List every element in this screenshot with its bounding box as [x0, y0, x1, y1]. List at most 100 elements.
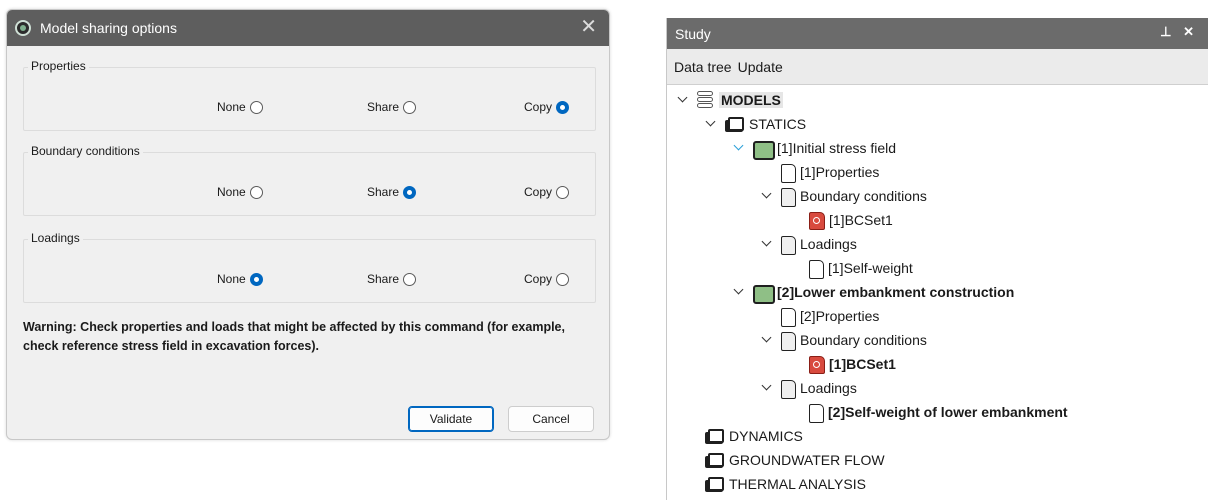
tree-node-groundwater-flow[interactable]: GROUNDWATER FLOW [705, 448, 885, 472]
panel-title: Study [675, 25, 711, 42]
tree-node-label: Loadings [800, 236, 857, 252]
chevron-down-icon[interactable] [677, 94, 689, 106]
folder-icon [705, 476, 724, 492]
tree-node-label: [1]BCSet1 [829, 356, 896, 372]
boundary-conditions-legend: Boundary conditions [28, 144, 143, 158]
tree-node-properties[interactable]: [2]Properties [781, 304, 879, 328]
app-logo-icon [15, 20, 31, 36]
properties-none-radio[interactable] [249, 100, 263, 114]
loadings-share-radio[interactable] [403, 272, 417, 286]
tree-node-boundary-conditions[interactable]: Boundary conditions [761, 184, 927, 208]
option-label: Copy [524, 272, 553, 286]
document-icon [781, 187, 796, 207]
loadings-group: Loadings None Share Copy [23, 231, 596, 303]
option-label: None [217, 100, 246, 114]
tree-node-label: [1]Initial stress field [777, 140, 897, 156]
menu-update[interactable]: Update [738, 59, 783, 75]
tree-node-label: MODELS [719, 92, 783, 108]
properties-group: Properties None Share Copy [23, 59, 596, 131]
tree-node-loadings[interactable]: Loadings [761, 376, 857, 400]
tree-node-label: DYNAMICS [729, 428, 803, 444]
properties-copy-radio[interactable] [556, 100, 570, 114]
tree-node-self-weight[interactable]: [1]Self-weight [809, 256, 913, 280]
tree-node-self-weight-lower[interactable]: [2]Self-weight of lower embankment [809, 400, 1068, 424]
tree-node-dynamics[interactable]: DYNAMICS [705, 424, 803, 448]
chevron-down-icon[interactable] [733, 286, 745, 298]
properties-share-radio[interactable] [403, 100, 417, 114]
option-label: None [217, 185, 246, 199]
chevron-down-icon[interactable] [761, 382, 773, 394]
document-icon [809, 403, 824, 423]
tree-node-label: [1]Properties [800, 164, 880, 180]
database-icon [697, 91, 713, 109]
model-sharing-dialog: Model sharing options ✕ Properties None … [6, 9, 610, 440]
chevron-down-icon[interactable] [761, 190, 773, 202]
tree-node-label: Loadings [800, 380, 857, 396]
loadings-legend: Loadings [28, 231, 83, 245]
loadings-copy-radio[interactable] [556, 272, 570, 286]
tree-node-label: Boundary conditions [800, 332, 927, 348]
properties-share-option[interactable]: Share [367, 100, 417, 114]
tree-node-label: STATICS [749, 116, 807, 132]
document-icon [781, 379, 796, 399]
option-label: Copy [524, 185, 553, 199]
document-icon [781, 307, 796, 327]
tree-node-label: THERMAL ANALYSIS [729, 476, 866, 492]
properties-legend: Properties [28, 59, 89, 73]
tree-node-bcset[interactable]: [1]BCSet1 [809, 208, 893, 232]
cancel-button[interactable]: Cancel [508, 406, 594, 432]
bc-copy-option[interactable]: Copy [524, 185, 570, 199]
bc-share-radio[interactable] [403, 185, 417, 199]
chevron-down-icon[interactable] [761, 238, 773, 250]
study-panel: Study ⊥ ✕ Data tree Update MODELS STATIC… [666, 18, 1208, 500]
dialog-title: Model sharing options [40, 20, 177, 36]
bc-share-option[interactable]: Share [367, 185, 417, 199]
model-folder-icon [753, 140, 775, 160]
tree-node-label: [2]Self-weight of lower embankment [828, 404, 1068, 420]
boundary-conditions-group: Boundary conditions None Share Copy [23, 144, 596, 216]
tree-node-initial-stress-field[interactable]: [1]Initial stress field [733, 136, 896, 160]
bc-none-radio[interactable] [249, 185, 263, 199]
chevron-down-icon[interactable] [733, 142, 745, 154]
bc-set-icon [809, 356, 825, 374]
bc-none-option[interactable]: None [217, 185, 263, 199]
close-icon[interactable]: ✕ [580, 16, 597, 38]
folder-icon [725, 116, 744, 132]
model-folder-icon [753, 284, 775, 304]
bc-set-icon [809, 212, 825, 230]
tree-node-models[interactable]: MODELS [677, 88, 783, 112]
pin-close-icons[interactable]: ⊥ ✕ [1160, 24, 1198, 40]
tree-node-properties[interactable]: [1]Properties [781, 160, 879, 184]
loadings-none-radio[interactable] [249, 272, 263, 286]
properties-copy-option[interactable]: Copy [524, 100, 570, 114]
loadings-share-option[interactable]: Share [367, 272, 417, 286]
option-label: Copy [524, 100, 553, 114]
tree-node-loadings[interactable]: Loadings [761, 232, 857, 256]
tree-node-label: [1]BCSet1 [829, 212, 893, 228]
properties-none-option[interactable]: None [217, 100, 263, 114]
tree-node-boundary-conditions[interactable]: Boundary conditions [761, 328, 927, 352]
tree-node-label: [2]Lower embankment construction [777, 284, 1015, 300]
tree-node-lower-embankment[interactable]: [2]Lower embankment construction [733, 280, 1014, 304]
tree-node-label: GROUNDWATER FLOW [729, 452, 885, 468]
chevron-down-icon[interactable] [761, 334, 773, 346]
loadings-copy-option[interactable]: Copy [524, 272, 570, 286]
document-icon [781, 235, 796, 255]
tree-node-thermal-analysis[interactable]: THERMAL ANALYSIS [705, 472, 866, 496]
tree-node-label: [1]Self-weight [828, 260, 913, 276]
validate-button[interactable]: Validate [408, 406, 494, 432]
tree-node-bcset[interactable]: [1]BCSet1 [809, 352, 896, 376]
chevron-down-icon[interactable] [705, 118, 717, 130]
menu-data-tree[interactable]: Data tree [674, 59, 732, 75]
option-label: Share [367, 272, 400, 286]
document-icon [809, 259, 824, 279]
document-icon [781, 331, 796, 351]
folder-icon [705, 428, 724, 444]
tree-node-statics[interactable]: STATICS [705, 112, 806, 136]
tree-node-label: Boundary conditions [800, 188, 927, 204]
folder-icon [705, 452, 724, 468]
document-icon [781, 163, 796, 183]
panel-title-bar: Study ⊥ ✕ [667, 18, 1208, 49]
bc-copy-radio[interactable] [556, 185, 570, 199]
loadings-none-option[interactable]: None [217, 272, 263, 286]
